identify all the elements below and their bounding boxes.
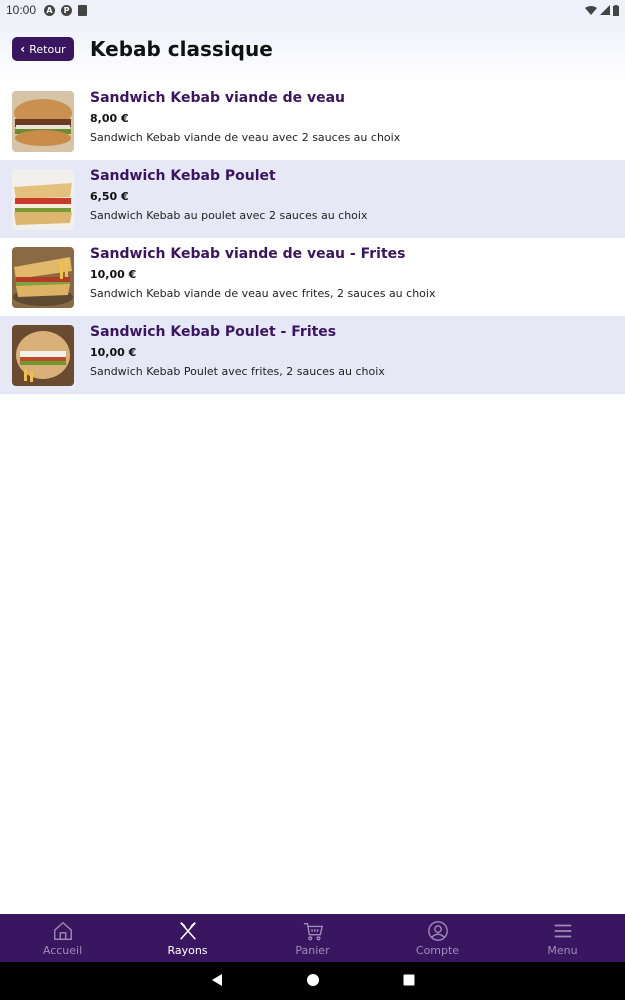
back-icon[interactable] bbox=[210, 972, 224, 991]
list-item[interactable]: Sandwich Kebab Poulet - Frites 10,00 € S… bbox=[0, 316, 625, 394]
system-navigation-bar bbox=[0, 962, 625, 1000]
product-image bbox=[12, 91, 74, 152]
product-description: Sandwich Kebab viande de veau avec 2 sau… bbox=[90, 131, 401, 144]
status-bar: 10:00 A P bbox=[0, 0, 625, 20]
nav-item-menu[interactable]: Menu bbox=[500, 914, 625, 962]
nav-item-rayons[interactable]: Rayons bbox=[125, 914, 250, 962]
wifi-icon bbox=[585, 5, 597, 15]
signal-icon bbox=[600, 5, 610, 15]
nav-label: Accueil bbox=[42, 943, 83, 957]
page-title: Kebab classique bbox=[90, 37, 273, 61]
product-name: Sandwich Kebab Poulet - Frites bbox=[90, 324, 337, 340]
sd-icon bbox=[78, 4, 88, 16]
nav-label: Menu bbox=[547, 943, 578, 957]
bottom-nav: Accueil Rayons Panier Compte Menu bbox=[0, 914, 625, 962]
header: ‹ Retour Kebab classique bbox=[0, 20, 625, 82]
list-item[interactable]: Sandwich Kebab viande de veau - Frites 1… bbox=[0, 238, 625, 316]
product-description: Sandwich Kebab viande de veau avec frite… bbox=[90, 287, 436, 300]
chevron-left-icon: ‹ bbox=[20, 42, 26, 56]
product-description: Sandwich Kebab au poulet avec 2 sauces a… bbox=[90, 209, 368, 222]
nav-label: Panier bbox=[295, 943, 330, 957]
p-icon: P bbox=[61, 4, 73, 16]
product-name: Sandwich Kebab viande de veau - Frites bbox=[90, 246, 406, 262]
product-description: Sandwich Kebab Poulet avec frites, 2 sau… bbox=[90, 365, 385, 378]
product-name: Sandwich Kebab Poulet bbox=[90, 168, 276, 184]
cart-icon bbox=[303, 922, 323, 940]
nav-item-panier[interactable]: Panier bbox=[250, 914, 375, 962]
product-price: 10,00 € bbox=[90, 346, 137, 359]
back-button-label: Retour bbox=[29, 42, 66, 56]
nav-label: Compte bbox=[415, 943, 460, 957]
battery-icon bbox=[613, 4, 619, 16]
recents-icon[interactable] bbox=[402, 972, 416, 991]
status-time: 10:00 bbox=[6, 3, 37, 17]
product-price: 6,50 € bbox=[90, 190, 129, 203]
home-circle-icon[interactable] bbox=[306, 972, 320, 991]
product-name: Sandwich Kebab viande de veau bbox=[90, 90, 346, 106]
product-image bbox=[12, 247, 74, 308]
product-list: Sandwich Kebab viande de veau 8,00 € San… bbox=[0, 82, 625, 394]
menu-icon bbox=[554, 924, 571, 937]
nav-label: Rayons bbox=[167, 943, 208, 957]
product-price: 8,00 € bbox=[90, 112, 129, 125]
product-price: 10,00 € bbox=[90, 268, 137, 281]
home-icon bbox=[53, 921, 72, 940]
account-icon bbox=[427, 920, 448, 941]
nav-item-accueil[interactable]: Accueil bbox=[0, 914, 125, 962]
nav-item-compte[interactable]: Compte bbox=[375, 914, 500, 962]
list-item[interactable]: Sandwich Kebab Poulet 6,50 € Sandwich Ke… bbox=[0, 160, 625, 238]
product-image bbox=[12, 169, 74, 230]
product-image bbox=[12, 325, 74, 386]
list-item[interactable]: Sandwich Kebab viande de veau 8,00 € San… bbox=[0, 82, 625, 160]
back-button[interactable]: ‹ Retour bbox=[12, 37, 74, 61]
a-icon: A bbox=[44, 4, 56, 16]
utensils-icon bbox=[179, 921, 196, 940]
